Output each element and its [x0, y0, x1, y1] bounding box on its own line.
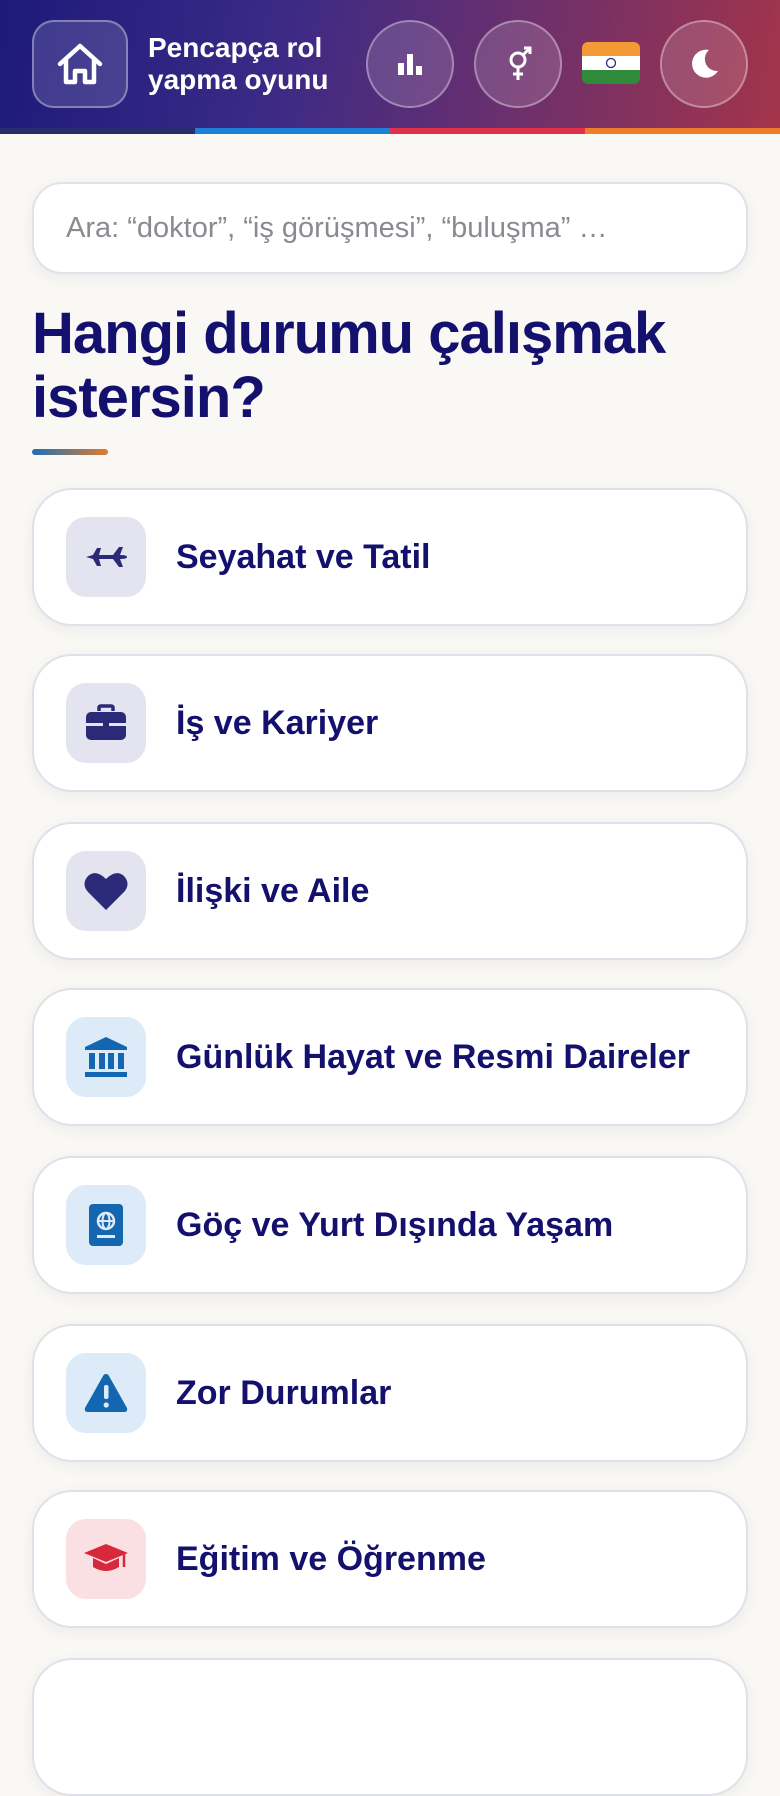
header-accent-stripe [0, 128, 780, 134]
stripe-segment-1 [0, 128, 195, 134]
category-travel[interactable]: Seyahat ve Tatil [32, 488, 748, 626]
stripe-segment-2 [195, 128, 390, 134]
category-work[interactable]: İş ve Kariyer [32, 654, 748, 792]
moon-icon [692, 49, 718, 78]
bar-chart-icon [398, 54, 422, 75]
warning-icon [84, 1374, 128, 1412]
category-icon-box [66, 851, 146, 931]
app-title-line1: Pencapça rol [148, 32, 323, 63]
category-relationships[interactable]: İlişki ve Aile [32, 822, 748, 960]
home-button[interactable] [32, 20, 128, 108]
category-label: İlişki ve Aile [176, 871, 370, 910]
stripe-segment-4 [585, 128, 780, 134]
title-underline [32, 449, 108, 455]
airplane-icon [86, 547, 127, 567]
search-input[interactable] [32, 182, 748, 274]
app-title-line2: yapma oyunu [148, 64, 329, 95]
category-icon-box [66, 1687, 146, 1767]
category-icon-box [66, 1017, 146, 1097]
category-label: Seyahat ve Tatil [176, 537, 431, 576]
graduation-cap-icon [84, 1544, 128, 1571]
gender-button[interactable] [474, 20, 562, 108]
category-icon-box [66, 683, 146, 763]
category-icon-box [66, 1519, 146, 1599]
category-label: İş ve Kariyer [176, 703, 379, 742]
government-building-icon [85, 1037, 127, 1077]
passport-icon [89, 1204, 123, 1246]
category-label: Günlük Hayat ve Resmi Daireler [176, 1037, 691, 1076]
category-daily-life[interactable]: Günlük Hayat ve Resmi Daireler [32, 988, 748, 1126]
home-icon [57, 43, 103, 85]
stats-button[interactable] [366, 20, 454, 108]
briefcase-icon [86, 704, 126, 740]
app-title: Pencapça rol yapma oyunu [148, 32, 348, 96]
category-partial[interactable] [32, 1658, 748, 1796]
dark-mode-button[interactable] [660, 20, 748, 108]
category-label: Eğitim ve Öğrenme [176, 1539, 486, 1578]
page-title: Hangi durumu çalışmak istersin? [32, 301, 666, 430]
category-icon-box [66, 1353, 146, 1433]
heart-icon [84, 873, 128, 910]
category-education[interactable]: Eğitim ve Öğrenme [32, 1490, 748, 1628]
category-label: Göç ve Yurt Dışında Yaşam [176, 1205, 614, 1244]
india-flag-icon[interactable] [582, 42, 640, 84]
category-migration[interactable]: Göç ve Yurt Dışında Yaşam [32, 1156, 748, 1294]
category-icon-box [66, 517, 146, 597]
app-header: Pencapça rol yapma oyunu [0, 0, 780, 128]
stripe-segment-3 [390, 128, 585, 134]
gender-symbol-icon [509, 46, 532, 80]
category-difficult-situations[interactable]: Zor Durumlar [32, 1324, 748, 1462]
category-label: Zor Durumlar [176, 1373, 392, 1412]
category-icon-box [66, 1185, 146, 1265]
